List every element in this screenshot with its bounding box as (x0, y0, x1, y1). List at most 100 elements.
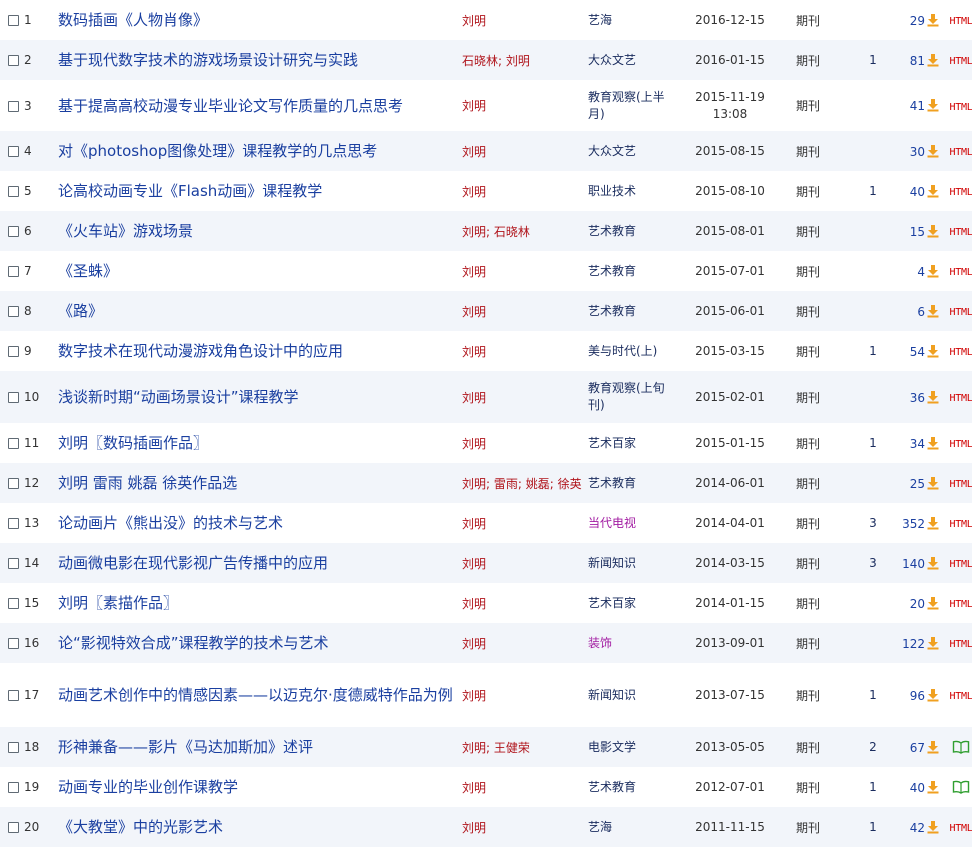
row-checkbox[interactable] (7, 55, 19, 66)
source-link[interactable]: 职业技术 (588, 184, 636, 198)
row-checkbox[interactable] (7, 742, 19, 753)
download-icon[interactable] (926, 780, 940, 794)
download-count[interactable]: 140 (902, 557, 925, 571)
source-link[interactable]: 当代电视 (588, 516, 636, 530)
row-checkbox[interactable] (7, 266, 19, 277)
author-link[interactable]: 刘明 (462, 477, 486, 491)
article-title-link[interactable]: 《路》 (58, 302, 103, 320)
article-title-link[interactable]: 基于提高高校动漫专业毕业论文写作质量的几点思考 (58, 97, 403, 115)
html-fulltext-link[interactable]: HTML (950, 187, 972, 198)
author-link[interactable]: 刘明 (462, 437, 486, 451)
download-count[interactable]: 4 (917, 265, 925, 279)
article-title-link[interactable]: 刘明 雷雨 姚磊 徐英作品选 (58, 474, 237, 492)
download-icon[interactable] (926, 688, 940, 702)
author-link[interactable]: 刘明 (462, 781, 486, 795)
download-count[interactable]: 81 (910, 54, 925, 68)
html-fulltext-link[interactable]: HTML (950, 439, 972, 450)
source-link[interactable]: 艺术教育 (588, 264, 636, 278)
row-checkbox[interactable] (7, 558, 19, 569)
download-count[interactable]: 29 (910, 14, 925, 28)
source-link[interactable]: 电影文学 (588, 740, 636, 754)
download-count[interactable]: 122 (902, 637, 925, 651)
row-checkbox[interactable] (7, 346, 19, 357)
article-title-link[interactable]: 基于现代数字技术的游戏场景设计研究与实践 (58, 51, 358, 69)
download-icon[interactable] (926, 556, 940, 570)
row-checkbox[interactable] (7, 598, 19, 609)
download-icon[interactable] (926, 344, 940, 358)
row-checkbox[interactable] (7, 478, 19, 489)
row-checkbox[interactable] (7, 690, 19, 701)
article-title-link[interactable]: 刘明〖素描作品〗 (58, 594, 178, 612)
download-icon[interactable] (926, 53, 940, 67)
download-icon[interactable] (926, 13, 940, 27)
row-checkbox[interactable] (7, 438, 19, 449)
author-link[interactable]: 刘明 (462, 265, 486, 279)
article-title-link[interactable]: 论“影视特效合成”课程教学的技术与艺术 (58, 634, 329, 652)
download-count[interactable]: 30 (910, 145, 925, 159)
source-link[interactable]: 教育观察(上半月) (588, 90, 665, 121)
author-link[interactable]: 刘明 (462, 14, 486, 28)
download-icon[interactable] (926, 740, 940, 754)
author-link[interactable]: 刘明 (462, 557, 486, 571)
html-fulltext-link[interactable]: HTML (950, 559, 972, 570)
author-link[interactable]: 刘明 (462, 185, 486, 199)
row-checkbox[interactable] (7, 15, 19, 26)
source-link[interactable]: 艺术教育 (588, 780, 636, 794)
source-link[interactable]: 艺术百家 (588, 596, 636, 610)
download-count[interactable]: 15 (910, 225, 925, 239)
html-fulltext-link[interactable]: HTML (950, 56, 972, 67)
article-title-link[interactable]: 刘明〖数码插画作品〗 (58, 434, 208, 452)
download-icon[interactable] (926, 820, 940, 834)
source-link[interactable]: 新闻知识 (588, 688, 636, 702)
source-link[interactable]: 教育观察(上旬刊) (588, 381, 665, 412)
article-title-link[interactable]: 动画艺术创作中的情感因素——以迈克尔·度德威特作品为例 (58, 686, 453, 704)
download-icon[interactable] (926, 476, 940, 490)
author-link[interactable]: 刘明 (462, 345, 486, 359)
html-fulltext-link[interactable]: HTML (950, 519, 972, 530)
download-count[interactable]: 96 (910, 689, 925, 703)
article-title-link[interactable]: 动画微电影在现代影视广告传播中的应用 (58, 554, 328, 572)
source-link[interactable]: 大众文艺 (588, 53, 636, 67)
row-checkbox[interactable] (7, 186, 19, 197)
author-link[interactable]: 刘明 (462, 225, 486, 239)
article-title-link[interactable]: 浅谈新时期“动画场景设计”课程教学 (58, 388, 299, 406)
source-link[interactable]: 艺术教育 (588, 304, 636, 318)
html-fulltext-link[interactable]: HTML (950, 307, 972, 318)
author-link[interactable]: 刘明 (462, 821, 486, 835)
open-book-icon[interactable] (952, 780, 970, 795)
html-fulltext-link[interactable]: HTML (950, 347, 972, 358)
row-checkbox[interactable] (7, 226, 19, 237)
html-fulltext-link[interactable]: HTML (950, 479, 972, 490)
download-count[interactable]: 41 (910, 99, 925, 113)
html-fulltext-link[interactable]: HTML (950, 691, 972, 702)
author-link[interactable]: 刘明 (462, 305, 486, 319)
open-book-icon[interactable] (952, 740, 970, 755)
article-title-link[interactable]: 论动画片《熊出没》的技术与艺术 (58, 514, 283, 532)
row-checkbox[interactable] (7, 638, 19, 649)
source-link[interactable]: 装饰 (588, 636, 612, 650)
download-count[interactable]: 6 (917, 305, 925, 319)
download-count[interactable]: 54 (910, 345, 925, 359)
row-checkbox[interactable] (7, 392, 19, 403)
download-count[interactable]: 40 (910, 185, 925, 199)
author-link[interactable]: 石晓林 (494, 225, 530, 239)
author-link[interactable]: 刘明 (462, 99, 486, 113)
source-link[interactable]: 美与时代(上) (588, 344, 657, 358)
author-link[interactable]: 姚磊 (526, 477, 550, 491)
download-icon[interactable] (926, 516, 940, 530)
download-count[interactable]: 20 (910, 597, 925, 611)
download-icon[interactable] (926, 390, 940, 404)
author-link[interactable]: 刘明 (462, 391, 486, 405)
author-link[interactable]: 刘明 (506, 54, 530, 68)
author-link[interactable]: 刘明 (462, 637, 486, 651)
download-icon[interactable] (926, 436, 940, 450)
article-title-link[interactable]: 数字技术在现代动漫游戏角色设计中的应用 (58, 342, 343, 360)
row-checkbox[interactable] (7, 822, 19, 833)
row-checkbox[interactable] (7, 100, 19, 112)
article-title-link[interactable]: 论高校动画专业《Flash动画》课程教学 (58, 182, 322, 200)
row-checkbox[interactable] (7, 306, 19, 317)
row-checkbox[interactable] (7, 782, 19, 793)
source-link[interactable]: 艺海 (588, 820, 612, 834)
download-icon[interactable] (926, 144, 940, 158)
download-icon[interactable] (926, 264, 940, 278)
